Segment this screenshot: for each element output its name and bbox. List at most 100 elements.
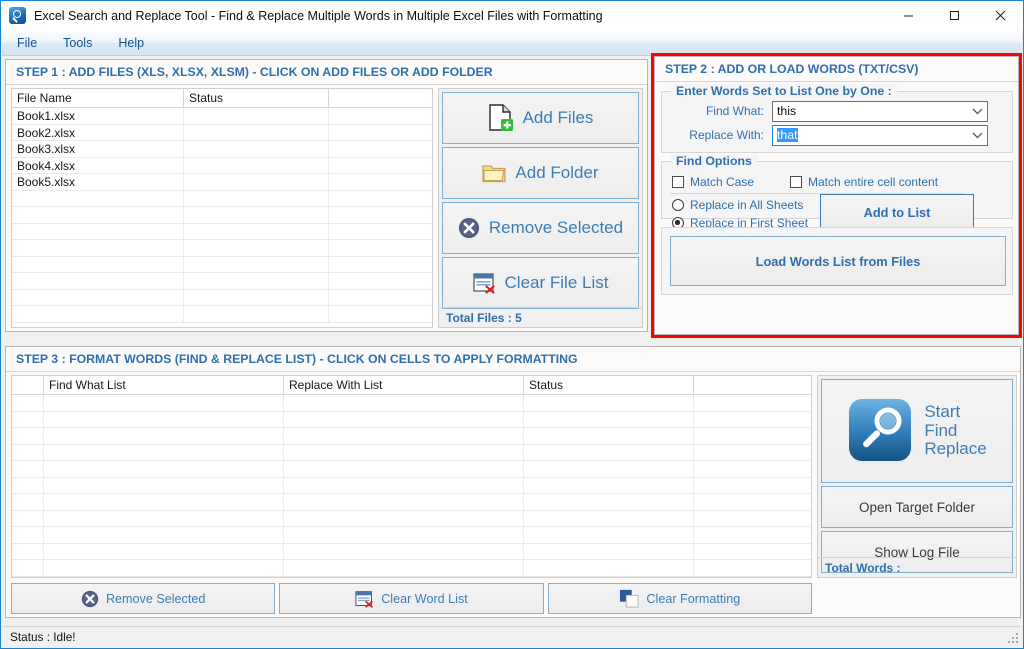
table-row-empty[interactable] xyxy=(12,411,811,428)
cell-status[interactable] xyxy=(184,141,329,157)
cell-file-name[interactable]: Book3.xlsx xyxy=(12,141,184,157)
add-files-button[interactable]: Add Files xyxy=(442,92,639,144)
add-to-list-label: Add to List xyxy=(863,205,931,220)
clear-list-icon xyxy=(472,272,496,294)
start-find-replace-button[interactable]: Start Find Replace xyxy=(821,379,1013,483)
column-header-rowselect[interactable] xyxy=(12,376,44,394)
find-what-combobox[interactable]: this xyxy=(772,101,988,122)
table-row-empty[interactable] xyxy=(12,273,432,290)
magnifier-icon xyxy=(847,397,915,465)
table-row[interactable]: Book4.xlsx xyxy=(12,157,432,174)
clear-list-icon xyxy=(355,590,374,608)
menu-item-file[interactable]: File xyxy=(6,33,48,53)
add-to-list-button[interactable]: Add to List xyxy=(820,194,974,231)
replace-with-value: that xyxy=(777,128,798,142)
clear-word-list-button[interactable]: Clear Word List xyxy=(279,583,544,614)
table-row[interactable]: Book2.xlsx xyxy=(12,124,432,141)
files-grid[interactable]: File Name Status Book1.xlsx Book2.xlsx B… xyxy=(11,88,433,328)
table-row-empty[interactable] xyxy=(12,240,432,257)
table-row-empty[interactable] xyxy=(12,494,811,511)
add-files-label: Add Files xyxy=(522,108,594,127)
match-entire-cell-checkbox[interactable]: Match entire cell content xyxy=(790,175,938,189)
cell-status[interactable] xyxy=(184,124,329,140)
open-target-folder-button[interactable]: Open Target Folder xyxy=(821,486,1013,528)
replace-all-sheets-radio[interactable]: Replace in All Sheets xyxy=(672,198,803,212)
cell-file-name[interactable]: Book4.xlsx xyxy=(12,157,184,173)
table-row-empty[interactable] xyxy=(12,428,811,445)
remove-selected-words-button[interactable]: Remove Selected xyxy=(11,583,276,614)
close-button[interactable] xyxy=(977,1,1023,30)
find-options-group: Find Options Match Case Match entire cel… xyxy=(661,154,1013,231)
chevron-down-icon[interactable] xyxy=(968,126,987,145)
radio-button-icon xyxy=(672,199,684,211)
cell-file-name[interactable]: Book1.xlsx xyxy=(12,108,184,124)
remove-selected-files-button[interactable]: Remove Selected xyxy=(442,202,639,254)
words-grid[interactable]: Find What List Replace With List Status xyxy=(11,375,812,578)
resize-grip-icon[interactable] xyxy=(1005,630,1018,643)
table-row-empty[interactable] xyxy=(12,444,811,461)
table-row[interactable]: Book3.xlsx xyxy=(12,141,432,158)
cell-status[interactable] xyxy=(184,108,329,124)
maximize-button[interactable] xyxy=(931,1,977,30)
clear-formatting-button[interactable]: Clear Formatting xyxy=(547,583,812,614)
step3-bottom-buttons: Remove Selected Clear Word List Clear Fo… xyxy=(11,583,812,614)
column-header-status[interactable]: Status xyxy=(184,89,329,107)
minimize-button[interactable] xyxy=(885,1,931,30)
replace-with-combobox[interactable]: that xyxy=(772,125,988,146)
replace-all-sheets-label: Replace in All Sheets xyxy=(690,198,804,212)
cell-blank[interactable] xyxy=(329,141,432,157)
cell-status[interactable] xyxy=(184,157,329,173)
table-row-empty[interactable] xyxy=(12,289,432,306)
cell-file-name[interactable]: Book2.xlsx xyxy=(12,124,184,140)
step2-title: STEP 2 : ADD OR LOAD WORDS (TXT/CSV) xyxy=(655,57,1018,82)
table-row-empty[interactable] xyxy=(12,306,432,323)
open-target-folder-label: Open Target Folder xyxy=(858,499,976,515)
table-row-empty[interactable] xyxy=(12,223,432,240)
words-grid-header: Find What List Replace With List Status xyxy=(12,376,811,395)
table-row-empty[interactable] xyxy=(12,461,811,478)
step2-panel: STEP 2 : ADD OR LOAD WORDS (TXT/CSV) Ent… xyxy=(654,56,1019,335)
enter-words-group: Enter Words Set to List One by One : Fin… xyxy=(661,84,1013,153)
chevron-down-icon[interactable] xyxy=(968,102,987,121)
menu-item-tools[interactable]: Tools xyxy=(52,33,103,53)
table-row-empty[interactable] xyxy=(12,543,811,560)
column-header-replace-with-list[interactable]: Replace With List xyxy=(284,376,524,394)
table-row-empty[interactable] xyxy=(12,190,432,207)
load-words-list-label: Load Words List from Files xyxy=(755,253,921,269)
window-controls xyxy=(885,1,1023,30)
column-header-status[interactable]: Status xyxy=(524,376,694,394)
start-find-replace-line2: Find xyxy=(924,420,958,440)
cell-file-name[interactable]: Book5.xlsx xyxy=(12,174,184,190)
table-row-empty[interactable] xyxy=(12,560,811,577)
table-row[interactable]: Book1.xlsx xyxy=(12,108,432,125)
step1-button-column: Add Files Add Folder Remove Selected Cle… xyxy=(438,88,643,328)
title-bar: Excel Search and Replace Tool - Find & R… xyxy=(1,1,1023,30)
match-case-checkbox[interactable]: Match Case xyxy=(672,175,754,189)
cell-blank[interactable] xyxy=(329,158,432,174)
find-options-group-title: Find Options xyxy=(671,154,757,168)
table-row-empty[interactable] xyxy=(12,527,811,544)
magnifier-icon xyxy=(9,7,26,24)
load-words-group: Load Words List from Files xyxy=(661,227,1013,295)
table-row-empty[interactable] xyxy=(12,207,432,224)
table-row[interactable]: Book5.xlsx xyxy=(12,174,432,191)
table-row-empty[interactable] xyxy=(12,395,811,412)
cell-blank[interactable] xyxy=(329,108,432,124)
table-row-empty[interactable] xyxy=(12,510,811,527)
clear-file-list-button[interactable]: Clear File List xyxy=(442,257,639,309)
cell-status[interactable] xyxy=(184,174,329,190)
checkbox-box-icon xyxy=(672,176,684,188)
column-header-find-what-list[interactable]: Find What List xyxy=(44,376,284,394)
add-folder-button[interactable]: Add Folder xyxy=(442,147,639,199)
menu-item-help[interactable]: Help xyxy=(107,33,155,53)
table-row-empty[interactable] xyxy=(12,477,811,494)
table-row-empty[interactable] xyxy=(12,256,432,273)
column-header-blank[interactable] xyxy=(694,376,811,394)
load-words-list-button[interactable]: Load Words List from Files xyxy=(670,236,1006,286)
file-add-icon xyxy=(488,104,514,132)
column-header-file-name[interactable]: File Name xyxy=(12,89,184,107)
status-text: Status : Idle! xyxy=(10,630,76,644)
column-header-blank[interactable] xyxy=(329,89,432,107)
cell-blank[interactable] xyxy=(329,174,432,190)
cell-blank[interactable] xyxy=(329,125,432,141)
